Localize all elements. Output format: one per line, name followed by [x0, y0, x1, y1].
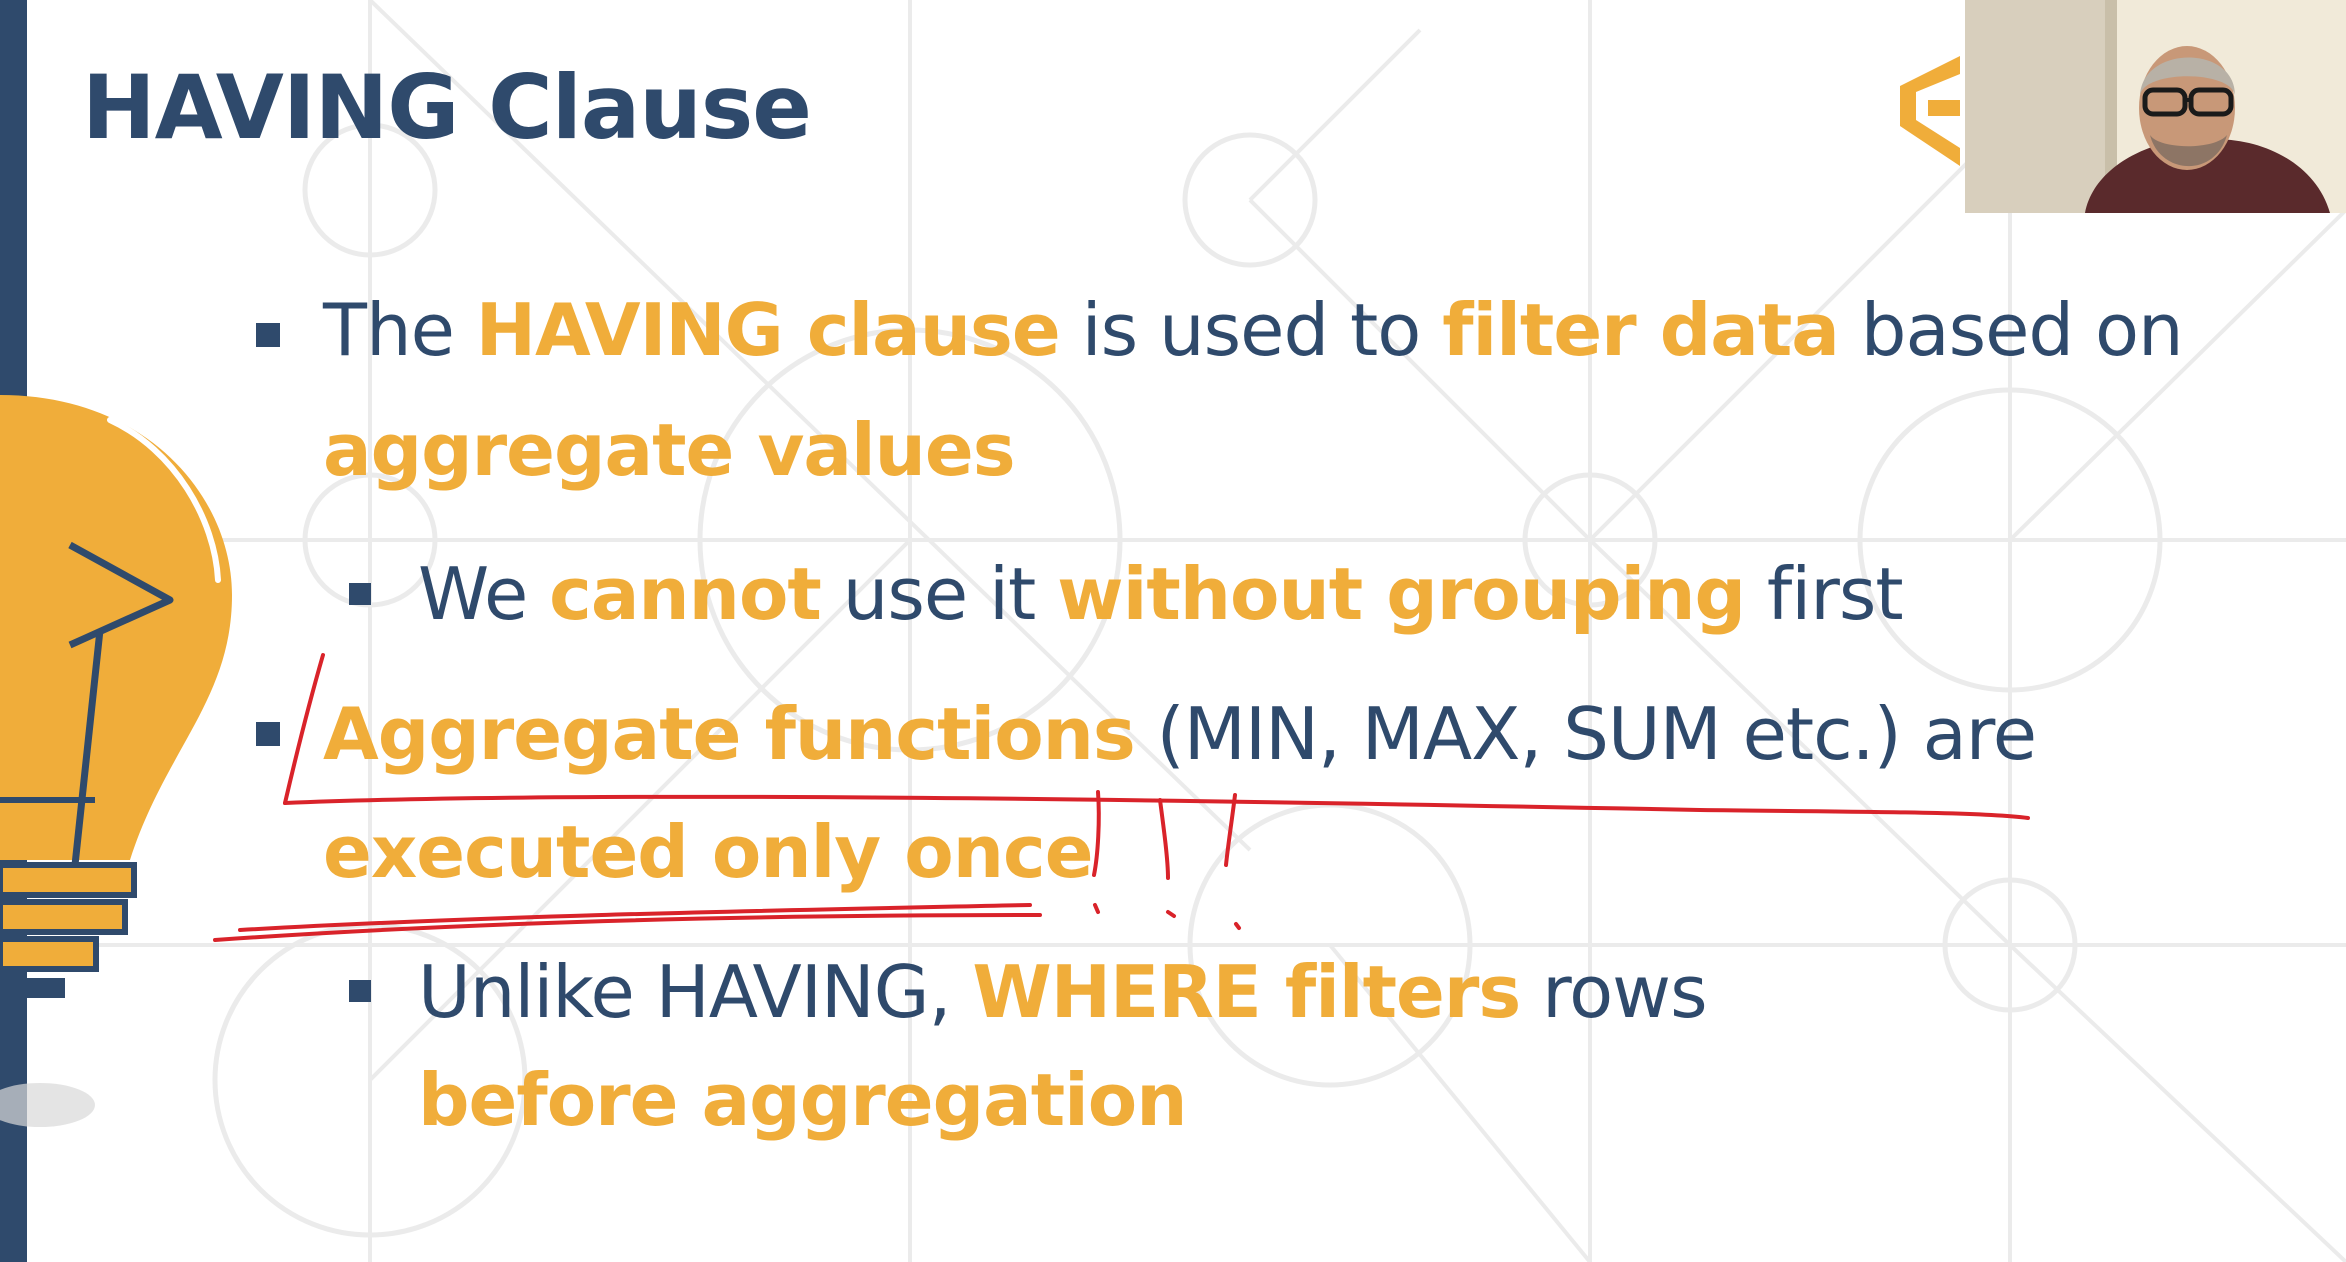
bullet-4-line-2: before aggregation [418, 1058, 1188, 1142]
bullet-emphasis: aggregate values [323, 408, 1016, 492]
brand-logo-icon [1900, 56, 1960, 166]
bullet-marker [256, 323, 280, 347]
bullet-text: (MIN, MAX, SUM etc.) are [1134, 692, 2037, 776]
sub-bullet-marker [349, 583, 371, 605]
bullet-text: first [1745, 552, 1904, 636]
bullet-emphasis: cannot [549, 552, 822, 636]
bullet-emphasis: executed only once [323, 810, 1094, 894]
bullet-4-line-1: Unlike HAVING, WHERE filters rows [418, 950, 1708, 1034]
bullet-text: use it [820, 552, 1058, 636]
bullet-text: Unlike HAVING, [418, 950, 973, 1034]
bullet-3-line-2: executed only once [323, 810, 1094, 894]
bullet-text: based on [1838, 288, 2184, 372]
presentation-slide: HAVING Clause The HAVING clause is used … [0, 0, 2346, 1262]
bullet-emphasis: WHERE filters [972, 950, 1521, 1034]
bullet-text: The [323, 288, 476, 372]
bullet-emphasis: HAVING clause [475, 288, 1061, 372]
bullet-text: We [418, 552, 550, 636]
bullet-text: rows [1520, 950, 1707, 1034]
bullet-marker [256, 722, 280, 746]
bullet-1-line-2: aggregate values [323, 408, 1016, 492]
bullet-1-line-1: The HAVING clause is used to filter data… [323, 288, 2184, 372]
lightbulb-icon [0, 395, 232, 1127]
slide-title: HAVING Clause [82, 56, 812, 159]
bullet-emphasis: before aggregation [418, 1058, 1188, 1142]
bullet-emphasis: Aggregate functions [323, 692, 1136, 776]
presenter-video-icon [1965, 0, 2346, 213]
bullet-emphasis: without grouping [1057, 552, 1746, 636]
bullet-3-line-1: Aggregate functions (MIN, MAX, SUM etc.)… [323, 692, 2037, 776]
bullet-emphasis: filter data [1442, 288, 1840, 372]
bullet-text: is used to [1059, 288, 1443, 372]
presenter-webcam [1965, 0, 2346, 213]
sub-bullet-marker [349, 980, 371, 1002]
bullet-2-line-1: We cannot use it without grouping first [418, 552, 1904, 636]
